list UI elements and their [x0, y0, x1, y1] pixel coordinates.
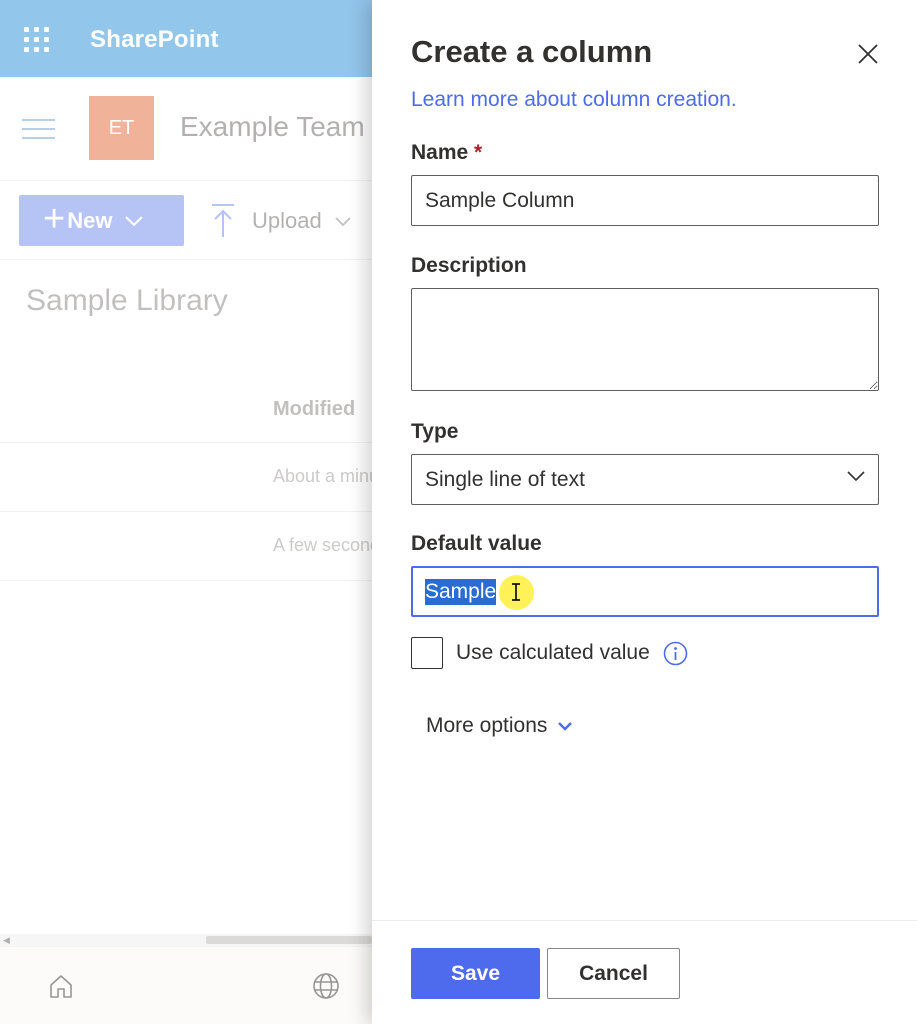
learn-more-link[interactable]: Learn more about column creation.: [411, 88, 737, 112]
calculated-value-checkbox[interactable]: [411, 637, 443, 669]
more-options-label: More options: [426, 714, 548, 737]
text-cursor-icon: [512, 583, 520, 601]
default-value-input[interactable]: Sample: [411, 566, 879, 617]
type-selected-value: Single line of text: [425, 467, 585, 491]
chevron-down-icon: [558, 722, 573, 731]
default-value-label: Default value: [411, 532, 542, 555]
description-label: Description: [411, 254, 527, 277]
name-label-text: Name: [411, 141, 469, 164]
description-textarea[interactable]: [411, 288, 879, 391]
chevron-down-icon: [847, 471, 865, 482]
cancel-button[interactable]: Cancel: [547, 948, 680, 999]
save-button[interactable]: Save: [411, 948, 540, 999]
required-marker: *: [474, 141, 483, 164]
selected-text: Sample: [425, 578, 497, 605]
close-icon[interactable]: [856, 42, 880, 66]
name-input[interactable]: [411, 175, 879, 226]
calculated-value-row: Use calculated value: [411, 637, 688, 669]
panel-title: Create a column: [411, 34, 653, 69]
calculated-value-label[interactable]: Use calculated value: [456, 641, 650, 665]
create-column-panel: Create a column Learn more about column …: [372, 0, 917, 1024]
footer-divider: [372, 920, 917, 921]
name-label: Name *: [411, 141, 482, 165]
type-label: Type: [411, 420, 459, 443]
more-options-toggle[interactable]: More options: [426, 714, 573, 738]
type-dropdown[interactable]: Single line of text: [411, 454, 879, 505]
info-icon[interactable]: [663, 641, 688, 666]
page-overlay[interactable]: [0, 0, 372, 1024]
